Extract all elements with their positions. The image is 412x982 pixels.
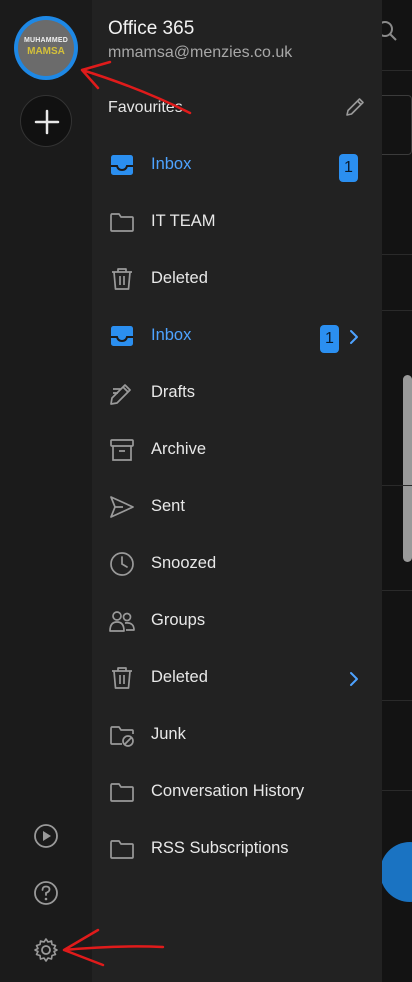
folder-label: Junk <box>151 725 186 743</box>
search-icon <box>382 21 397 41</box>
divider <box>382 254 412 255</box>
scrollbar[interactable] <box>403 375 412 562</box>
edit-favourites-icon[interactable] <box>344 96 366 118</box>
folder-item[interactable]: IT TEAM <box>92 194 382 251</box>
folder-icon <box>110 783 134 802</box>
account-title: Office 365 <box>108 18 195 39</box>
unread-count-badge: 1 <box>339 154 358 182</box>
folder-label: Inbox <box>151 326 192 344</box>
divider <box>382 485 412 486</box>
help-icon[interactable] <box>33 880 59 906</box>
folder-label: RSS Subscriptions <box>151 839 289 857</box>
folder-item[interactable]: Deleted <box>92 251 382 308</box>
avatar-line1: MUHAMMED <box>24 37 68 44</box>
plus-icon <box>34 109 60 135</box>
avatar-line2: MAMSA <box>27 46 65 57</box>
groups-icon <box>109 611 135 632</box>
folder-label: Sent <box>151 497 185 515</box>
clock-icon <box>110 552 134 576</box>
background-mail-list <box>382 0 412 982</box>
account-avatar[interactable]: MUHAMMED MAMSA <box>14 16 78 80</box>
inbox-icon <box>111 155 133 175</box>
avatar-logo: MUHAMMED MAMSA <box>18 20 74 76</box>
divider <box>382 590 412 591</box>
pencil-icon <box>110 384 131 405</box>
folder-label: Archive <box>151 440 207 458</box>
folder-label: Snoozed <box>151 554 217 572</box>
divider <box>382 790 412 791</box>
divider <box>382 310 412 311</box>
add-account-button[interactable] <box>20 95 72 147</box>
folder-icon <box>110 213 134 232</box>
folder-item[interactable]: Inbox 1 <box>92 308 382 365</box>
inbox-icon <box>111 326 133 346</box>
folder-item[interactable]: Deleted <box>92 650 382 707</box>
folder-item[interactable]: Drafts <box>92 365 382 422</box>
folder-label: Deleted <box>151 269 208 287</box>
trash-icon <box>112 667 132 689</box>
folder-item[interactable]: RSS Subscriptions <box>92 821 382 878</box>
junk-icon <box>110 726 134 747</box>
background-card <box>382 95 412 155</box>
folder-label: Conversation History <box>151 782 305 800</box>
divider <box>382 700 412 701</box>
account-rail: MUHAMMED MAMSA <box>0 0 92 982</box>
send-icon <box>110 496 134 518</box>
chevron-right-icon[interactable] <box>347 326 361 348</box>
folder-item[interactable]: Inbox 1 <box>92 137 382 194</box>
folder-item[interactable]: Sent <box>92 479 382 536</box>
archive-icon <box>110 439 134 461</box>
divider <box>382 70 412 71</box>
folder-item[interactable]: Conversation History <box>92 764 382 821</box>
compose-fab[interactable] <box>382 842 412 902</box>
trash-icon <box>112 268 132 290</box>
folder-item[interactable]: Groups <box>92 593 382 650</box>
folder-item[interactable]: Junk <box>92 707 382 764</box>
folder-item[interactable]: Archive <box>92 422 382 479</box>
chevron-right-icon[interactable] <box>347 668 361 690</box>
folder-label: IT TEAM <box>151 212 216 230</box>
favourites-label: Favourites <box>108 99 183 116</box>
folder-label: Deleted <box>151 668 208 686</box>
account-email: mmamsa@menzies.co.uk <box>108 44 293 61</box>
folder-label: Drafts <box>151 383 196 401</box>
folder-drawer: Office 365 mmamsa@menzies.co.uk Favourit… <box>92 0 382 982</box>
folder-label: Groups <box>151 611 206 629</box>
folder-item[interactable]: Snoozed <box>92 536 382 593</box>
unread-count-badge: 1 <box>320 325 339 353</box>
play-icon[interactable] <box>33 823 59 849</box>
folder-icon <box>110 840 134 859</box>
settings-gear-icon[interactable] <box>33 937 59 963</box>
folder-label: Inbox <box>151 155 192 173</box>
